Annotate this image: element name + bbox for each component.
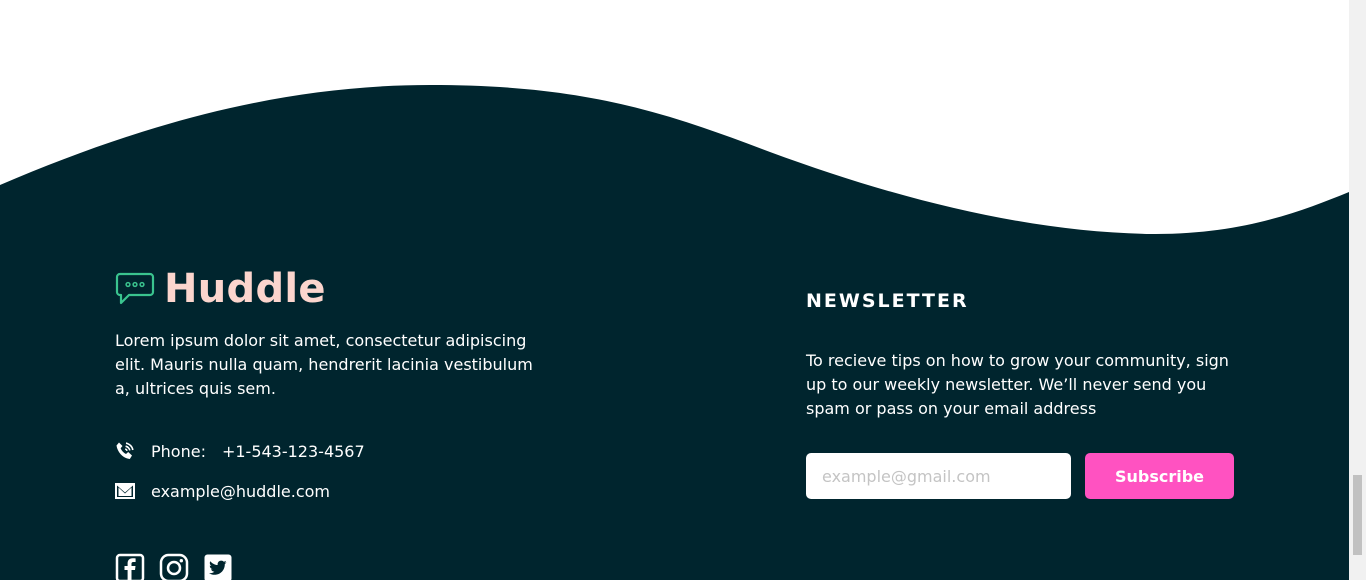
social-links xyxy=(115,553,247,580)
site-footer: Huddle Lorem ipsum dolor sit amet, conse… xyxy=(0,0,1349,580)
instagram-icon[interactable] xyxy=(159,553,189,580)
phone-label: Phone: xyxy=(151,441,206,461)
newsletter-title: NEWSLETTER xyxy=(806,290,969,312)
phone-value[interactable]: +1-543-123-4567 xyxy=(222,442,365,461)
chat-bubble-icon xyxy=(115,272,155,306)
page-scrollbar[interactable] xyxy=(1349,0,1366,580)
contact-phone: Phone: +1-543-123-4567 xyxy=(115,441,365,461)
brand-logo[interactable]: Huddle xyxy=(115,266,326,312)
newsletter-description: To recieve tips on how to grow your comm… xyxy=(806,351,1229,418)
scrollbar-thumb[interactable] xyxy=(1353,475,1362,555)
twitter-icon[interactable] xyxy=(203,553,233,580)
subscribe-button[interactable]: Subscribe xyxy=(1085,453,1234,499)
phone-icon xyxy=(115,441,135,461)
about-text: Lorem ipsum dolor sit amet, consectetur … xyxy=(115,331,533,398)
contact-email: example@huddle.com xyxy=(115,481,330,501)
page: Huddle Lorem ipsum dolor sit amet, conse… xyxy=(0,0,1366,580)
newsletter-email-input[interactable] xyxy=(806,453,1071,499)
email-value[interactable]: example@huddle.com xyxy=(151,482,330,501)
brand-name: Huddle xyxy=(164,266,326,312)
mail-icon xyxy=(115,481,135,501)
facebook-icon[interactable] xyxy=(115,553,145,580)
